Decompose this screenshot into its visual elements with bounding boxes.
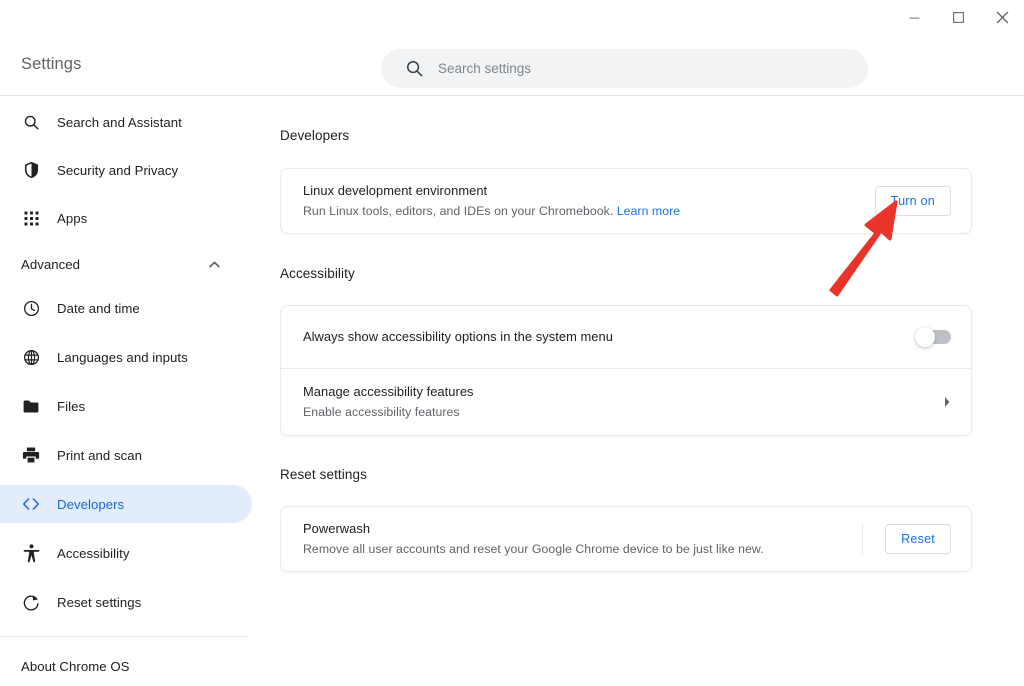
sidebar-item-date-and-time[interactable]: Date and time xyxy=(0,289,252,327)
powerwash-row: Powerwash Remove all user accounts and r… xyxy=(281,507,971,571)
sidebar-item-search-and-assistant[interactable]: Search and Assistant xyxy=(0,103,252,141)
row-subtitle-text: Run Linux tools, editors, and IDEs on yo… xyxy=(303,204,613,218)
apps-grid-icon xyxy=(21,208,41,228)
learn-more-link[interactable]: Learn more xyxy=(617,204,680,218)
page-title: Settings xyxy=(21,56,81,73)
sidebar-item-label: Date and time xyxy=(57,301,140,316)
row-subtitle: Run Linux tools, editors, and IDEs on yo… xyxy=(303,202,875,220)
code-brackets-icon xyxy=(21,494,41,514)
search-input[interactable] xyxy=(438,49,838,88)
reset-button[interactable]: Reset xyxy=(885,524,951,554)
developers-card: Linux development environment Run Linux … xyxy=(280,168,972,234)
sidebar-item-label: Search and Assistant xyxy=(57,115,182,130)
sidebar-advanced-label: Advanced xyxy=(21,257,80,272)
maximize-icon xyxy=(952,11,965,24)
search-icon xyxy=(21,112,41,132)
sidebar-item-reset-settings[interactable]: Reset settings xyxy=(0,583,252,621)
row-text: Always show accessibility options in the… xyxy=(303,315,917,359)
close-icon xyxy=(995,10,1010,25)
search-box[interactable] xyxy=(381,49,868,88)
sidebar-item-about-chrome-os[interactable]: About Chrome OS xyxy=(0,649,252,683)
row-text: Powerwash Remove all user accounts and r… xyxy=(303,507,862,571)
globe-icon xyxy=(21,347,41,367)
sidebar-item-security-and-privacy[interactable]: Security and Privacy xyxy=(0,151,252,189)
sidebar-item-files[interactable]: Files xyxy=(0,387,252,425)
maximize-button[interactable] xyxy=(936,0,980,34)
row-title: Powerwash xyxy=(303,520,862,538)
button-separator xyxy=(862,523,863,555)
section-heading-reset-settings: Reset settings xyxy=(280,467,1024,482)
folder-icon xyxy=(21,396,41,416)
sidebar-item-label: About Chrome OS xyxy=(21,659,130,674)
chevron-up-icon xyxy=(209,261,220,268)
sidebar-item-label: Print and scan xyxy=(57,448,142,463)
window-caption-bar xyxy=(0,0,1024,34)
sidebar-item-label: Accessibility xyxy=(57,546,129,561)
sidebar-item-label: Security and Privacy xyxy=(57,163,178,178)
sidebar-advanced-toggle[interactable]: Advanced xyxy=(0,245,252,283)
sidebar-item-label: Developers xyxy=(57,497,124,512)
reset-circle-icon xyxy=(21,592,41,612)
row-title: Manage accessibility features xyxy=(303,383,935,401)
search-icon xyxy=(403,58,425,80)
turn-on-button[interactable]: Turn on xyxy=(875,186,951,216)
minimize-icon xyxy=(908,11,921,24)
chevron-right-icon xyxy=(943,396,951,408)
clock-icon xyxy=(21,298,41,318)
section-heading-accessibility: Accessibility xyxy=(280,266,1024,281)
always-show-accessibility-options-row[interactable]: Always show accessibility options in the… xyxy=(281,306,971,368)
row-title: Linux development environment xyxy=(303,182,875,200)
accessibility-card: Always show accessibility options in the… xyxy=(280,305,972,436)
row-subtitle: Enable accessibility features xyxy=(303,403,935,421)
linux-development-environment-row: Linux development environment Run Linux … xyxy=(281,169,971,233)
shield-icon xyxy=(21,160,41,180)
row-text: Linux development environment Run Linux … xyxy=(303,169,875,233)
sidebar-item-label: Reset settings xyxy=(57,595,141,610)
sidebar-item-label: Apps xyxy=(57,211,87,226)
main-content: Developers Linux development environment… xyxy=(271,97,1024,686)
sidebar-divider xyxy=(0,636,249,637)
sidebar-item-apps[interactable]: Apps xyxy=(0,199,252,237)
minimize-button[interactable] xyxy=(892,0,936,34)
accessibility-options-toggle[interactable] xyxy=(917,330,951,344)
section-heading-developers: Developers xyxy=(280,128,1024,143)
row-subtitle: Remove all user accounts and reset your … xyxy=(303,540,862,558)
row-text: Manage accessibility features Enable acc… xyxy=(303,370,935,434)
sidebar-item-developers[interactable]: Developers xyxy=(0,485,252,523)
sidebar-item-label: Languages and inputs xyxy=(57,350,188,365)
sidebar-navigation: Search and Assistant Security and Privac… xyxy=(0,97,271,686)
sidebar-item-label: Files xyxy=(57,399,85,414)
settings-window: Settings Search and Assistant xyxy=(0,0,1024,686)
accessibility-person-icon xyxy=(21,543,41,563)
row-title: Always show accessibility options in the… xyxy=(303,328,917,346)
sidebar-item-print-and-scan[interactable]: Print and scan xyxy=(0,436,252,474)
printer-icon xyxy=(21,445,41,465)
sidebar-item-accessibility[interactable]: Accessibility xyxy=(0,534,252,572)
toggle-knob xyxy=(915,327,935,347)
manage-accessibility-features-row[interactable]: Manage accessibility features Enable acc… xyxy=(281,369,971,435)
close-button[interactable] xyxy=(980,0,1024,34)
sidebar-item-languages-and-inputs[interactable]: Languages and inputs xyxy=(0,338,252,376)
reset-settings-card: Powerwash Remove all user accounts and r… xyxy=(280,506,972,572)
